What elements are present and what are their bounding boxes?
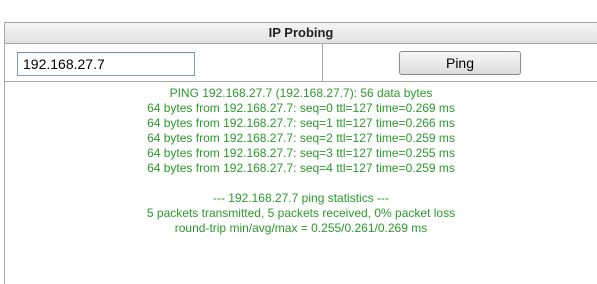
ip-probing-title: IP Probing: [4, 22, 597, 44]
ping-output: PING 192.168.27.7 (192.168.27.7): 56 dat…: [4, 82, 597, 284]
ip-address-cell: [5, 44, 323, 81]
ping-output-line: 64 bytes from 192.168.27.7: seq=2 ttl=12…: [147, 131, 455, 145]
ping-output-line: 64 bytes from 192.168.27.7: seq=3 ttl=12…: [147, 146, 455, 160]
ping-output-line: PING 192.168.27.7 (192.168.27.7): 56 dat…: [169, 86, 433, 100]
output-spacer: [5, 176, 597, 191]
ping-button[interactable]: Ping: [399, 51, 521, 75]
ping-output-line: 64 bytes from 192.168.27.7: seq=1 ttl=12…: [147, 116, 455, 130]
ping-output-line: 64 bytes from 192.168.27.7: seq=0 ttl=12…: [147, 101, 455, 115]
ping-statistics-header: --- 192.168.27.7 ping statistics ---: [212, 191, 390, 205]
ping-statistics-packets: 5 packets transmitted, 5 packets receive…: [146, 206, 456, 220]
ping-statistics-rtt: round-trip min/avg/max = 0.255/0.261/0.2…: [174, 221, 428, 235]
ip-address-input[interactable]: [17, 52, 195, 76]
ping-button-cell: Ping: [323, 44, 597, 81]
ping-output-line: 64 bytes from 192.168.27.7: seq=4 ttl=12…: [147, 161, 455, 175]
ping-form-row: Ping: [4, 44, 597, 82]
